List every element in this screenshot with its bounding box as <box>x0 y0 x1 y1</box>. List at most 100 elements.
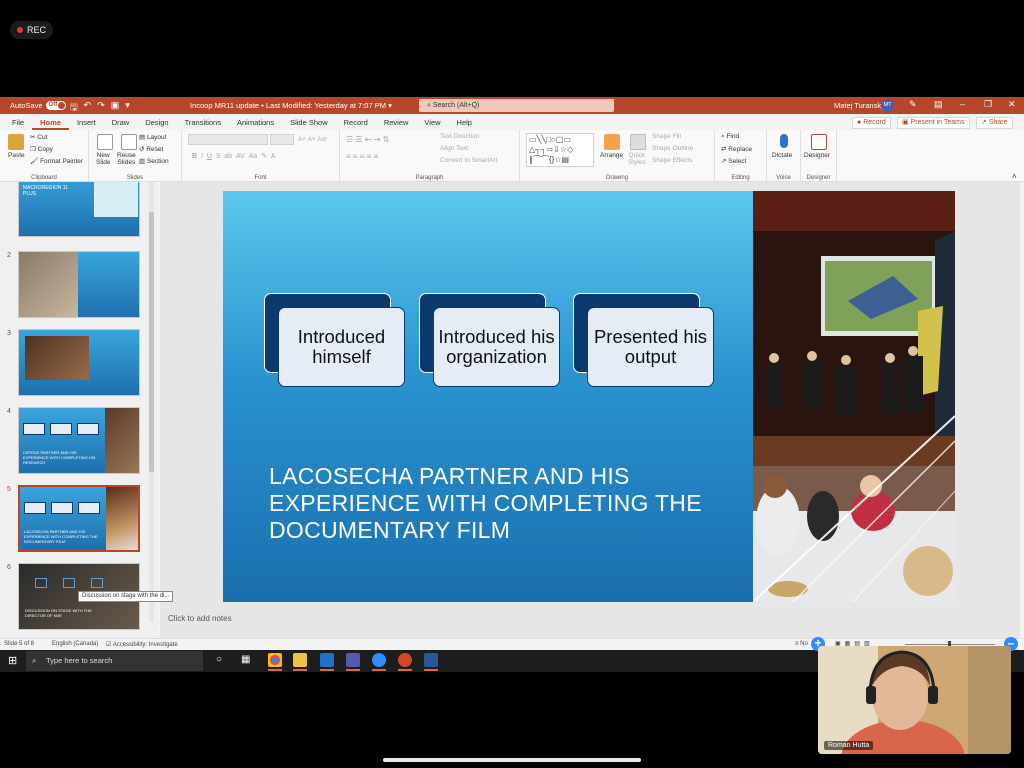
slide-title[interactable]: LACOSECHA PARTNER AND HIS EXPERIENCE WIT… <box>269 463 739 544</box>
taskbar-search[interactable]: ⌕ Type here to search <box>26 651 203 671</box>
section-button[interactable]: ▥ Section <box>139 157 169 165</box>
font-style-buttons[interactable]: B I U S ab AV Aa ✎ A <box>192 152 276 160</box>
new-slide-button[interactable]: New Slide <box>96 152 110 166</box>
stage-photo[interactable] <box>753 191 955 602</box>
designer-icon[interactable] <box>811 134 827 150</box>
tab-animations[interactable]: Animations <box>229 118 282 130</box>
tab-review[interactable]: Review <box>376 118 417 130</box>
user-name[interactable]: Matej Turansky <box>834 101 885 110</box>
list-buttons[interactable]: ☰ ☰ ⇤ ⇥ ⇅ <box>346 135 389 144</box>
layout-button[interactable]: ▤ Layout <box>139 133 166 141</box>
minimize-icon[interactable]: – <box>960 99 965 109</box>
participant-video-image <box>818 646 1011 754</box>
tab-draw[interactable]: Draw <box>104 118 138 130</box>
section-label: Section <box>146 158 169 165</box>
copy-button[interactable]: ❐ Copy <box>30 145 53 153</box>
document-title[interactable]: Incoop MR11 update • Last Modified: Yest… <box>190 101 392 110</box>
search-box[interactable]: ⌕ Search (Alt+Q) <box>419 99 614 112</box>
autosave-toggle[interactable]: Off <box>45 101 66 110</box>
select-button[interactable]: ↗ Select <box>721 157 746 165</box>
record-button[interactable]: ● Record <box>852 117 891 129</box>
tab-file[interactable]: File <box>4 118 32 130</box>
teams-icon[interactable] <box>346 653 360 667</box>
zoom-icon[interactable] <box>372 653 386 667</box>
reuse-slides-button[interactable]: Reuse Slides <box>117 152 136 166</box>
replace-button[interactable]: ⇄ Replace <box>721 145 752 153</box>
outlook-icon[interactable] <box>320 653 334 667</box>
quick-styles-label-1: Quick <box>628 152 646 159</box>
font-name-dropdown[interactable] <box>188 134 268 145</box>
scroll-thumb[interactable] <box>149 212 154 472</box>
powerpoint-icon[interactable] <box>398 653 412 667</box>
tab-record[interactable]: Record <box>336 118 376 130</box>
new-slide-icon[interactable] <box>97 134 113 150</box>
find-button[interactable]: ⌕ Find <box>721 133 739 141</box>
chrome-icon[interactable] <box>268 653 282 667</box>
thumbnail-slide-2[interactable] <box>18 251 140 318</box>
thumbnail-tooltip: Discussion on stage with the di... <box>78 591 174 602</box>
font-size-dropdown[interactable] <box>270 134 294 145</box>
reuse-slides-icon[interactable] <box>121 134 137 150</box>
format-painter-button[interactable]: 🖌 Format Painter <box>30 157 83 165</box>
windows-start-icon[interactable]: ⊞ <box>8 654 17 667</box>
tab-help[interactable]: Help <box>449 118 480 130</box>
shape-effects-button[interactable]: Shape Effects <box>652 157 692 164</box>
text-direction-button[interactable]: Text Direction <box>440 133 479 140</box>
convert-smartart-button[interactable]: Convert to SmartArt <box>440 157 497 164</box>
participant-video[interactable]: Roman Hutta <box>818 646 1011 754</box>
language-indicator[interactable]: English (Canada) <box>52 641 98 647</box>
explorer-running-indicator <box>293 669 307 671</box>
quick-styles-icon[interactable] <box>630 134 646 150</box>
file-explorer-icon[interactable] <box>293 653 307 667</box>
thumbnail-text: DISCUSSION ON STAGE WITH THE DIRECTOR OF… <box>25 608 92 618</box>
shape-outline-button[interactable]: Shape Outline <box>652 145 693 152</box>
tab-home[interactable]: Home <box>32 118 69 130</box>
notes-button[interactable]: ≡ No <box>795 641 808 647</box>
arrange-button[interactable]: Arrange <box>600 152 623 159</box>
reset-button[interactable]: ↺ Reset <box>139 145 163 153</box>
thumbnail-slide-4[interactable]: CEPEDE PARTNER AND HIS EXPERIENCE WITH C… <box>18 407 140 474</box>
quick-styles-button[interactable]: Quick Styles <box>628 152 646 166</box>
align-text-button[interactable]: Align Text <box>440 145 468 152</box>
pen-icon[interactable]: ✎ <box>909 99 917 110</box>
accessibility-checker[interactable]: ☑ Accessibility: Investigate <box>106 641 178 648</box>
shapes-gallery[interactable]: ▭╲╲□○▢▭ △┐┐⇨⇩☆◇ ∥⌒⌒{}☆▤ <box>526 133 594 167</box>
microphone-icon[interactable] <box>780 134 788 148</box>
cortana-icon[interactable]: ○ <box>216 654 222 665</box>
task-view-icon[interactable]: ▦ <box>241 654 250 665</box>
current-slide[interactable]: Introduced himself Introduced his organi… <box>223 191 955 602</box>
notes-pane[interactable]: Click to add notes <box>168 614 232 623</box>
thumbnail-box <box>50 423 72 435</box>
collapse-ribbon-icon[interactable]: ˄ <box>1012 172 1017 181</box>
word-icon[interactable] <box>424 653 438 667</box>
cut-button[interactable]: ✂ Cut <box>30 133 47 141</box>
restore-icon[interactable]: ❐ <box>984 99 992 110</box>
word-running-indicator <box>424 669 438 671</box>
paste-icon[interactable] <box>8 134 24 150</box>
box-text: Introduced his organization <box>433 307 560 387</box>
present-in-teams-label: Present in Teams <box>910 119 965 126</box>
tab-slide-show[interactable]: Slide Show <box>282 118 336 130</box>
font-size-controls[interactable]: A˄ A˅ A⊘ <box>298 135 327 143</box>
tab-transitions[interactable]: Transitions <box>177 118 229 130</box>
share-button[interactable]: ↗ Share <box>976 117 1013 129</box>
thumbnail-box <box>24 502 46 514</box>
designer-button[interactable]: Designer <box>804 152 830 159</box>
thumbnail-slide-5[interactable]: LACOSECHA PARTNER AND HIS EXPERIENCE WIT… <box>18 485 140 552</box>
align-buttons[interactable]: ≡ ≡ ≡ ≡ ≡ <box>346 152 378 161</box>
autosave[interactable]: AutoSave Off <box>10 101 66 110</box>
thumbnail-slide-3[interactable] <box>18 329 140 396</box>
dictate-button[interactable]: Dictate <box>772 152 792 159</box>
tab-view[interactable]: View <box>416 118 448 130</box>
avatar[interactable]: MT <box>881 99 894 112</box>
present-in-teams-button[interactable]: ▣ Present in Teams <box>897 117 970 129</box>
paste-button[interactable]: Paste <box>8 152 25 159</box>
tab-design[interactable]: Design <box>137 118 176 130</box>
arrange-icon[interactable] <box>604 134 620 150</box>
thumbnails-scrollbar[interactable] <box>149 182 154 622</box>
shape-fill-button[interactable]: Shape Fill <box>652 133 681 140</box>
tab-insert[interactable]: Insert <box>69 118 104 130</box>
thumbnail-slide-1[interactable]: MACROREGION 11 PLUS <box>18 182 140 237</box>
close-icon[interactable]: ✕ <box>1008 99 1016 110</box>
ribbon-display-icon[interactable]: ▤ <box>934 99 943 110</box>
